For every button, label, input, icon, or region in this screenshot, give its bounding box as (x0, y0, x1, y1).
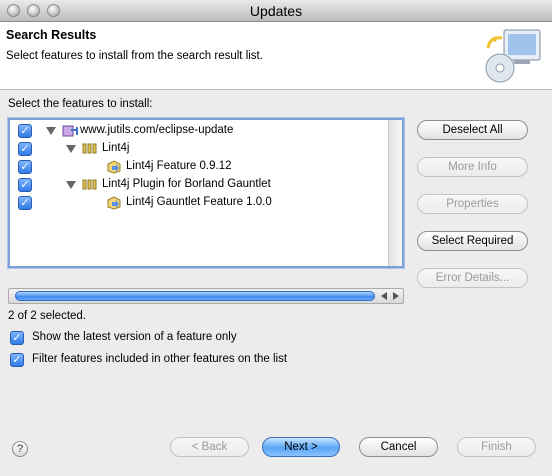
feature-icon (107, 196, 121, 210)
back-button[interactable]: < Back (170, 437, 249, 457)
next-button[interactable]: Next > (262, 437, 340, 457)
expand-triangle-icon[interactable] (66, 145, 76, 153)
tree-horizontal-scrollbar[interactable] (8, 288, 404, 304)
update-site-icon (62, 125, 78, 137)
checkbox-feature[interactable]: ✓ (18, 160, 32, 174)
tree-item-label: Lint4j Plugin for Borland Gauntlet (102, 178, 271, 190)
selection-status: 2 of 2 selected. (8, 310, 86, 322)
checkbox-site[interactable]: ✓ (18, 124, 32, 138)
deselect-all-button[interactable]: Deselect All (417, 120, 528, 140)
select-required-button[interactable]: Select Required (417, 231, 528, 251)
cancel-button[interactable]: Cancel (359, 437, 438, 457)
more-info-button[interactable]: More Info (417, 157, 528, 177)
filter-included-label[interactable]: Filter features included in other featur… (32, 353, 287, 365)
scroll-left-arrow-icon[interactable] (381, 292, 387, 300)
features-section-label: Select the features to install: (8, 98, 153, 110)
category-icon (82, 179, 97, 190)
filter-included-checkbox[interactable]: ✓ (10, 353, 24, 367)
properties-button[interactable]: Properties (417, 194, 528, 214)
latest-version-label[interactable]: Show the latest version of a feature onl… (32, 331, 237, 343)
window-title: Updates (249, 3, 303, 19)
expand-triangle-icon[interactable] (46, 127, 56, 135)
features-tree[interactable]: ✓ www.jutils.com/eclipse-update ✓ Lint4j… (8, 118, 404, 268)
tree-item-label: Lint4j (102, 142, 130, 154)
scrollbar-thumb[interactable] (15, 291, 375, 301)
error-details-button[interactable]: Error Details... (417, 268, 528, 288)
feature-icon (107, 160, 121, 174)
tree-item-label: www.jutils.com/eclipse-update (80, 124, 234, 136)
finish-button[interactable]: Finish (457, 437, 536, 457)
header-banner: Search Results Select features to instal… (0, 22, 552, 90)
page-title: Search Results (6, 28, 97, 42)
help-icon[interactable]: ? (12, 441, 28, 457)
tree-item-label: Lint4j Gauntlet Feature 1.0.0 (126, 196, 272, 208)
expand-triangle-icon[interactable] (66, 181, 76, 189)
scroll-right-arrow-icon[interactable] (393, 292, 399, 300)
tree-vertical-scrollbar[interactable] (388, 120, 402, 266)
page-description: Select features to install from the sear… (6, 50, 263, 62)
checkbox-category[interactable]: ✓ (18, 142, 32, 156)
checkbox-feature[interactable]: ✓ (18, 196, 32, 210)
checkbox-category[interactable]: ✓ (18, 178, 32, 192)
tree-item-label: Lint4j Feature 0.9.12 (126, 160, 232, 172)
title-bar: Updates (0, 0, 552, 22)
category-icon (82, 143, 97, 154)
latest-version-checkbox[interactable]: ✓ (10, 331, 24, 345)
install-monitor-icon (485, 29, 541, 83)
